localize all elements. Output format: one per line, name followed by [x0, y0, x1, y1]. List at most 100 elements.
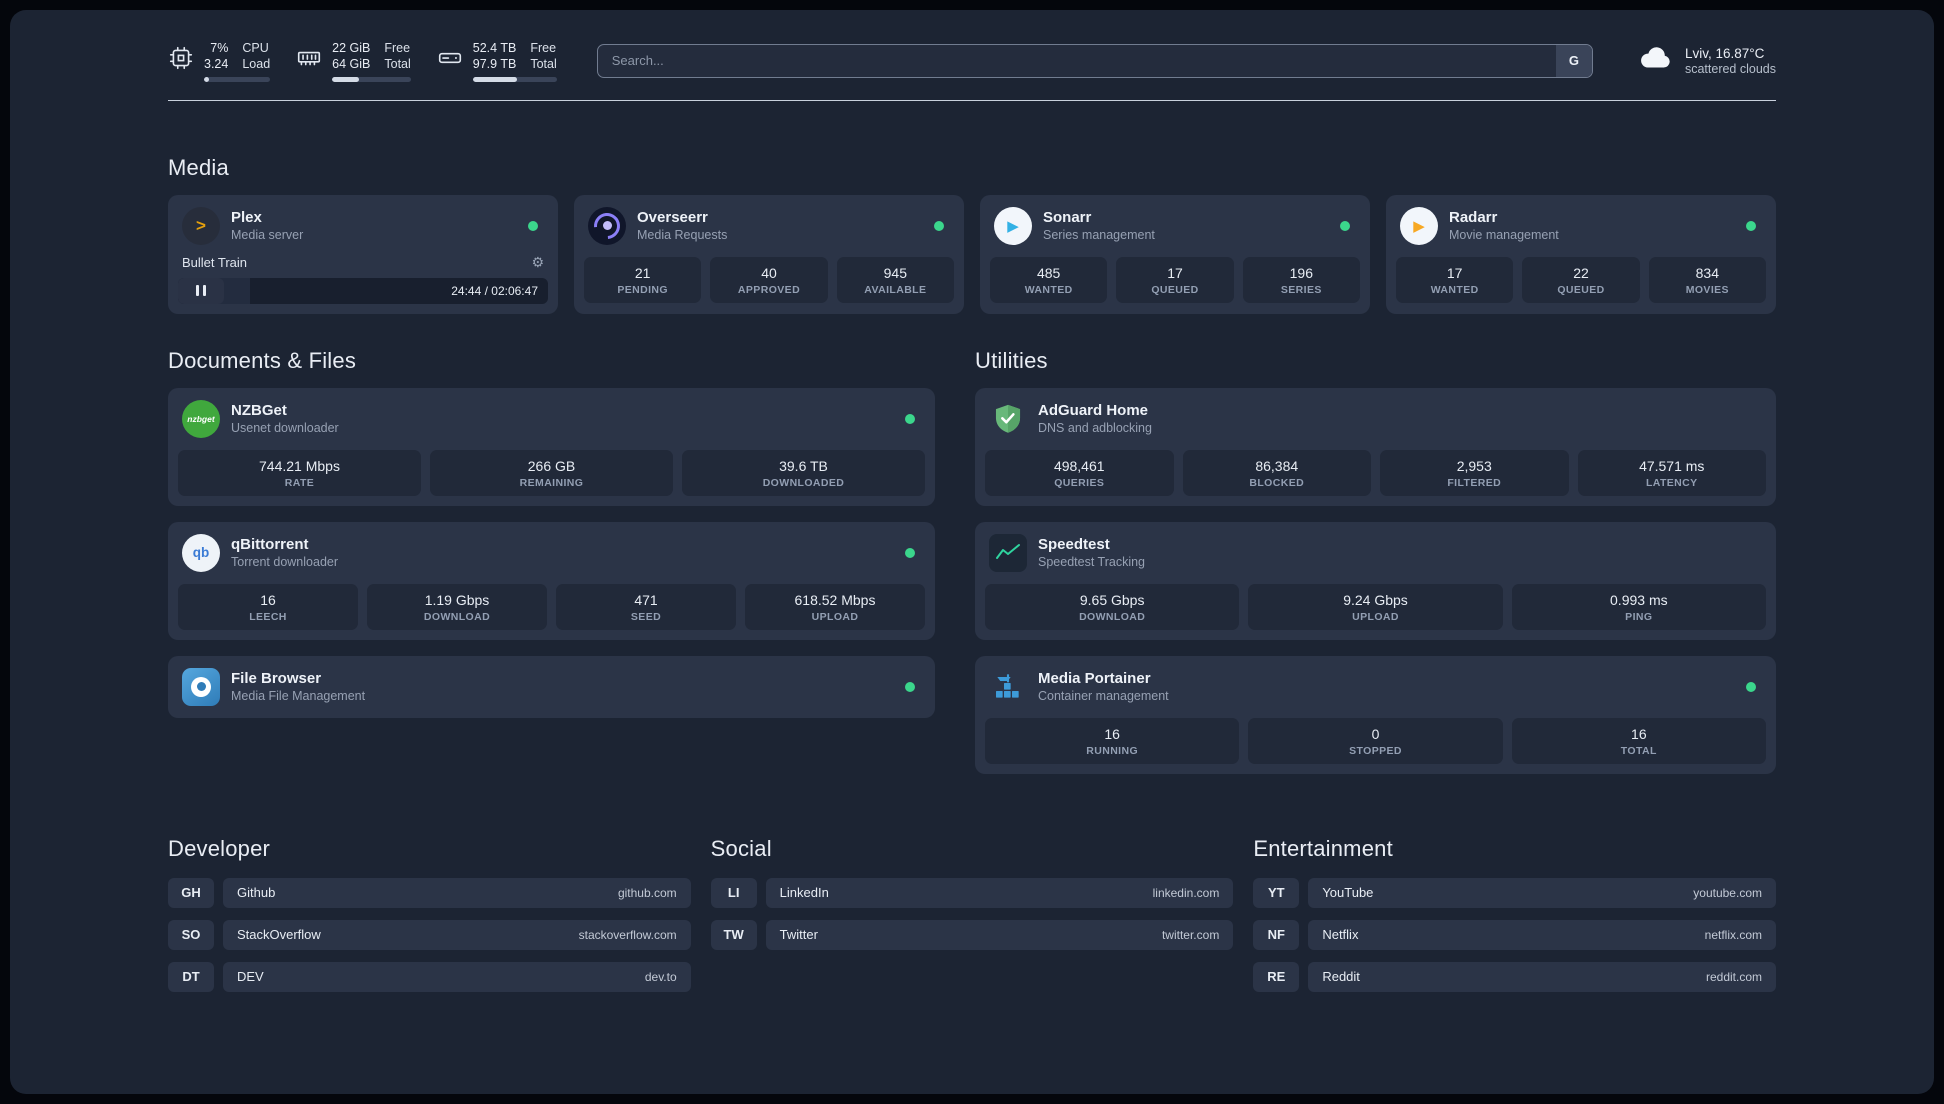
service-card-overseerr[interactable]: Overseerr Media Requests 21 PENDING 40 APP…	[574, 194, 964, 314]
bookmark-name: YouTube	[1322, 885, 1374, 900]
bookmark-name: Reddit	[1322, 969, 1360, 984]
bookmark-reddit[interactable]: RE Reddit reddit.com	[1253, 961, 1776, 992]
service-name: Plex	[231, 209, 262, 226]
bookmark-group-social: Social LI LinkedIn linkedin.com TW Twitt…	[710, 836, 1234, 992]
stat-tile: 744.21 Mbps RATE	[178, 449, 421, 496]
pause-button[interactable]	[178, 277, 224, 304]
section-title-documents: Documents & Files	[168, 347, 357, 373]
disk-label-top: Free	[530, 41, 557, 55]
service-card-plex[interactable]: > Plex Media server Bullet Train ⚙ 24:44…	[168, 194, 558, 314]
stat-tile: 86,384 BLOCKED	[1182, 449, 1371, 496]
radarr-icon: ▶	[1400, 206, 1438, 245]
section-title-media: Media	[168, 154, 229, 180]
memory-progress-bar	[332, 76, 411, 82]
bookmark-name: DEV	[237, 969, 264, 984]
memory-widget: 22 GiB 64 GiB Free Total	[296, 40, 411, 82]
service-card-sonarr[interactable]: ▶ Sonarr Series management 485 WANTED 17 Q…	[980, 194, 1370, 314]
stat-tile: 266 GB REMAINING	[430, 449, 673, 496]
search-provider-button[interactable]: G	[1555, 44, 1592, 77]
stat-tile: 1.19 Gbps DOWNLOAD	[367, 583, 547, 630]
service-name: AdGuard Home	[1038, 402, 1149, 419]
bookmark-url: twitter.com	[1161, 927, 1220, 942]
service-card-nzbget[interactable]: nzbget NZBGet Usenet downloader 744.21 M…	[168, 387, 935, 506]
stat-tile: 834 MOVIES	[1648, 256, 1766, 303]
media-grid: > Plex Media server Bullet Train ⚙ 24:44…	[168, 194, 1776, 314]
disk-total: 97.9 TB	[472, 57, 517, 72]
bookmark-abbr: LI	[710, 877, 757, 908]
bookmark-twitter[interactable]: TW Twitter twitter.com	[710, 919, 1234, 950]
status-dot	[528, 220, 538, 231]
playback-progress-bar[interactable]: 24:44 / 02:06:47	[178, 277, 548, 304]
bookmark-linkedin[interactable]: LI LinkedIn linkedin.com	[710, 877, 1234, 908]
overseerr-icon	[588, 206, 626, 245]
bookmark-abbr: YT	[1253, 877, 1300, 908]
service-desc: Media Requests	[637, 228, 728, 242]
adguard-icon	[989, 400, 1027, 438]
service-card-adguard[interactable]: AdGuard Home DNS and adblocking 498,461 Q…	[975, 387, 1776, 506]
memory-label-bottom: Total	[384, 57, 411, 72]
search-input[interactable]	[597, 44, 1556, 77]
disk-free: 52.4 TB	[472, 41, 517, 55]
cpu-label-bottom: Load	[242, 57, 271, 72]
section-utilities: Utilities AdGuard Home DNS and adblockin…	[975, 348, 1776, 774]
stat-tile: 21 PENDING	[584, 256, 702, 303]
service-name: Speedtest	[1038, 536, 1110, 553]
stat-tile: 16 RUNNING	[985, 717, 1240, 764]
speedtest-icon	[989, 533, 1027, 572]
service-name: qBittorrent	[231, 536, 309, 553]
cpu-load: 3.24	[204, 57, 229, 72]
weather-widget: Lviv, 16.87°C scattered clouds	[1637, 43, 1776, 78]
bookmark-url: dev.to	[644, 969, 677, 984]
bookmark-youtube[interactable]: YT YouTube youtube.com	[1253, 877, 1776, 908]
bookmark-name: LinkedIn	[779, 885, 829, 900]
filebrowser-icon	[182, 667, 220, 706]
settings-gear-icon[interactable]: ⚙	[531, 254, 544, 271]
service-card-speedtest[interactable]: Speedtest Speedtest Tracking 9.65 Gbps DO…	[975, 521, 1776, 640]
service-name: Media Portainer	[1038, 670, 1151, 687]
stat-tile: 17 QUEUED	[1116, 256, 1234, 303]
bookmark-url: linkedin.com	[1152, 885, 1220, 900]
stat-tile: 47.571 ms LATENCY	[1577, 449, 1766, 496]
bookmark-abbr: GH	[168, 877, 214, 908]
service-card-filebrowser[interactable]: File Browser Media File Management	[168, 655, 935, 718]
bookmark-url: reddit.com	[1705, 969, 1762, 984]
bookmark-url: stackoverflow.com	[578, 927, 677, 942]
bookmark-abbr: SO	[168, 919, 214, 950]
topbar: 7% 3.24 CPU Load 22 GiB 64 GiB Free Tota…	[168, 40, 1776, 82]
stat-tile: 16 LEECH	[178, 583, 358, 630]
status-dot	[905, 413, 915, 424]
bookmark-url: github.com	[617, 885, 677, 900]
dashboard-page: 7% 3.24 CPU Load 22 GiB 64 GiB Free Tota…	[10, 10, 1934, 1094]
service-desc: Torrent downloader	[231, 555, 339, 569]
service-card-portainer[interactable]: Media Portainer Container management 16 R…	[975, 655, 1776, 774]
section-title-utilities: Utilities	[975, 347, 1048, 373]
disk-icon	[437, 45, 463, 76]
bookmark-name: Twitter	[779, 927, 818, 942]
service-desc: DNS and adblocking	[1038, 421, 1152, 435]
bookmark-url: netflix.com	[1704, 927, 1762, 942]
weather-location: Lviv, 16.87°C	[1684, 45, 1765, 61]
status-dot	[1340, 220, 1350, 231]
memory-total: 64 GiB	[332, 57, 371, 72]
bookmark-dev[interactable]: DT DEV dev.to	[168, 961, 691, 992]
nzbget-icon: nzbget	[182, 399, 220, 438]
disk-widget: 52.4 TB 97.9 TB Free Total	[437, 40, 557, 82]
bookmark-stackoverflow[interactable]: SO StackOverflow stackoverflow.com	[168, 919, 691, 950]
service-name: File Browser	[231, 670, 322, 687]
sonarr-icon: ▶	[994, 206, 1032, 245]
service-desc: Media server	[231, 228, 304, 242]
bookmark-name: Netflix	[1322, 927, 1359, 942]
bookmark-github[interactable]: GH Github github.com	[168, 877, 691, 908]
service-name: Overseerr	[637, 209, 708, 226]
stat-tile: 945 AVAILABLE	[836, 256, 954, 303]
bookmark-netflix[interactable]: NF Netflix netflix.com	[1253, 919, 1776, 950]
stat-tile: 9.65 Gbps DOWNLOAD	[985, 583, 1240, 630]
service-card-radarr[interactable]: ▶ Radarr Movie management 17 WANTED 22 QUE…	[1386, 194, 1776, 314]
playback-time: 24:44 / 02:06:47	[451, 283, 538, 298]
stat-tile: 0 STOPPED	[1248, 717, 1503, 764]
topbar-divider	[168, 99, 1776, 101]
disk-label-bottom: Total	[530, 57, 557, 72]
service-card-qbittorrent[interactable]: qb qBittorrent Torrent downloader 16 LEEC…	[168, 521, 935, 640]
bookmark-group-developer: Developer GH Github github.com SO StackO…	[168, 836, 691, 992]
bookmark-abbr: DT	[168, 961, 214, 992]
